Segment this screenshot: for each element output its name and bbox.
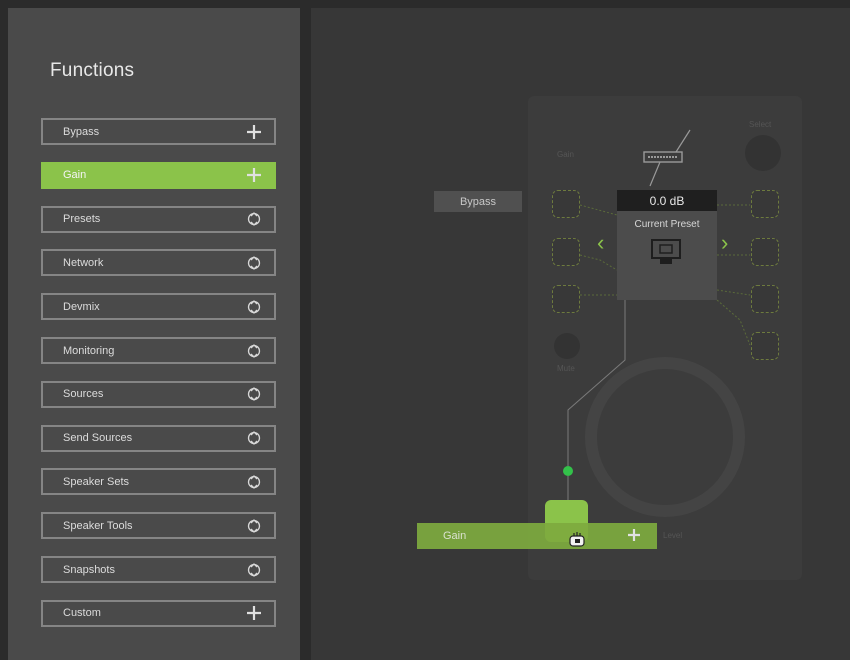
function-item-custom[interactable]: Custom bbox=[41, 599, 276, 627]
expand-icon[interactable] bbox=[246, 211, 262, 227]
function-item-label: Sources bbox=[63, 388, 104, 401]
device-select-label: Select bbox=[749, 120, 772, 129]
chevron-right-icon[interactable]: › bbox=[721, 232, 728, 254]
drag-ghost-label: Gain bbox=[443, 530, 467, 542]
plus-icon[interactable] bbox=[246, 167, 262, 183]
function-item-bypass[interactable]: Bypass bbox=[41, 118, 276, 145]
function-item-monitoring[interactable]: Monitoring bbox=[41, 337, 276, 364]
function-item-label: Bypass bbox=[63, 125, 100, 138]
expand-icon[interactable] bbox=[246, 299, 262, 315]
function-item-label: Custom bbox=[63, 607, 101, 620]
function-item-network[interactable]: Network bbox=[41, 249, 276, 277]
function-item-presets[interactable]: Presets bbox=[41, 205, 276, 233]
function-item-snapshots[interactable]: Snapshots bbox=[41, 556, 276, 583]
expand-icon[interactable] bbox=[246, 518, 262, 534]
function-item-speaker-tools[interactable]: Speaker Tools bbox=[41, 512, 276, 540]
expand-icon[interactable] bbox=[246, 474, 262, 490]
function-item-sources[interactable]: Sources bbox=[41, 380, 276, 408]
function-item-gain[interactable]: Gain bbox=[41, 161, 276, 189]
gain-readout: 0.0 dB bbox=[617, 190, 717, 211]
panel-title: Functions bbox=[50, 60, 135, 81]
device-gain-label: Gain bbox=[557, 150, 574, 159]
function-item-label: Send Sources bbox=[63, 432, 133, 445]
connector-dot[interactable] bbox=[563, 466, 573, 476]
output-port-2[interactable] bbox=[751, 238, 779, 266]
chevron-left-icon[interactable]: ‹ bbox=[597, 232, 604, 254]
output-port-4[interactable] bbox=[751, 332, 779, 360]
expand-icon[interactable] bbox=[246, 386, 262, 402]
plus-icon bbox=[627, 528, 641, 545]
input-port-1[interactable] bbox=[552, 190, 580, 218]
function-item-label: Snapshots bbox=[63, 563, 115, 576]
expand-icon[interactable] bbox=[246, 430, 262, 446]
function-item-label: Speaker Sets bbox=[63, 475, 130, 488]
function-item-send-sources[interactable]: Send Sources bbox=[41, 424, 276, 452]
function-item-label: Gain bbox=[63, 169, 87, 182]
drag-hand-cursor-icon bbox=[569, 532, 585, 547]
function-item-label: Presets bbox=[63, 213, 101, 226]
panel-divider[interactable] bbox=[300, 8, 311, 660]
current-preset-label: Current Preset bbox=[634, 219, 700, 230]
meter-icon bbox=[643, 129, 691, 187]
input-port-3[interactable] bbox=[552, 285, 580, 313]
level-dial[interactable] bbox=[585, 357, 745, 517]
output-port-1[interactable] bbox=[751, 190, 779, 218]
plus-icon[interactable] bbox=[246, 124, 262, 140]
function-item-label: Network bbox=[63, 256, 104, 269]
level-label: Level bbox=[663, 531, 683, 540]
output-port-3[interactable] bbox=[751, 285, 779, 313]
functions-panel: Functions Bypass Gain Presets Network Devmix… bbox=[8, 8, 300, 660]
bypass-tag[interactable]: Bypass bbox=[434, 191, 522, 212]
plus-icon[interactable] bbox=[246, 605, 262, 621]
input-port-2[interactable] bbox=[552, 238, 580, 266]
function-item-label: Devmix bbox=[63, 300, 100, 313]
expand-icon[interactable] bbox=[246, 562, 262, 578]
function-item-speaker-sets[interactable]: Speaker Sets bbox=[41, 468, 276, 496]
select-knob[interactable] bbox=[745, 135, 781, 171]
display-icon bbox=[651, 239, 681, 264]
mute-label: Mute bbox=[557, 364, 575, 373]
function-item-label: Speaker Tools bbox=[63, 519, 133, 532]
expand-icon[interactable] bbox=[246, 343, 262, 359]
function-item-label: Monitoring bbox=[63, 344, 115, 357]
mute-button[interactable] bbox=[554, 333, 580, 359]
expand-icon[interactable] bbox=[246, 255, 262, 271]
dragged-function-ghost[interactable]: Gain bbox=[417, 523, 657, 549]
function-item-devmix[interactable]: Devmix bbox=[41, 293, 276, 321]
